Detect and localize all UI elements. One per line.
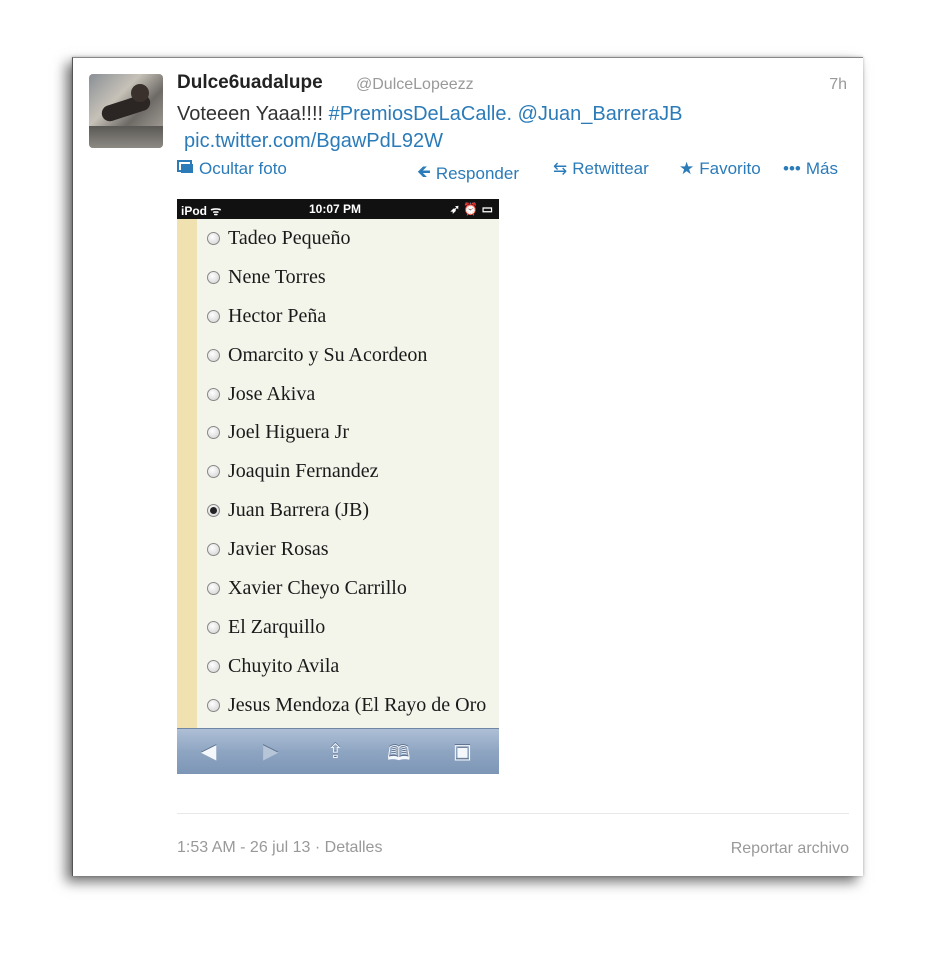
tweet-text-prefix: Voteeen Yaaa!!!! (177, 103, 329, 125)
divider (177, 813, 849, 814)
retweet-button[interactable]: ⇆ Retwittear (553, 159, 649, 179)
radio-button[interactable] (207, 465, 220, 479)
vote-option-label: Jose Akiva (228, 382, 316, 405)
vote-option[interactable]: Tadeo Pequeño (207, 219, 499, 258)
browser-toolbar: ◀ ▶ ⇪ 🕮 ▣ (177, 728, 499, 774)
vote-option[interactable]: Chuyito Avila (207, 647, 499, 686)
vote-option[interactable]: Xavier Cheyo Carrillo (207, 569, 499, 608)
author-name[interactable]: Dulce6uadalupe (177, 72, 323, 94)
vote-option-label: El Zarquillo (228, 615, 326, 638)
vote-option[interactable]: Jesus Mendoza (El Rayo de Oro (207, 686, 499, 725)
status-icons: ➶ ⏰ ▭ (449, 202, 493, 216)
vote-option-label: Chuyito Avila (228, 654, 340, 677)
vote-option-label: Joel Higuera Jr (228, 421, 350, 444)
vote-option-label: Joaquin Fernandez (228, 460, 379, 483)
tweet-time[interactable]: 7h (829, 76, 847, 94)
radio-button[interactable] (207, 698, 220, 712)
vote-option-label: Xavier Cheyo Carrillo (228, 576, 407, 599)
vote-option-label: Juan Barrera (JB) (228, 499, 370, 522)
vote-option-label: Omarcito y Su Acordeon (228, 343, 428, 366)
timestamp[interactable]: 1:53 AM - 26 jul 13 (177, 839, 310, 856)
vote-option[interactable]: Javier Rosas (207, 530, 499, 569)
vote-option[interactable]: Nene Torres (207, 258, 499, 297)
vote-option-label: Javier Rosas (228, 538, 329, 561)
vote-option[interactable]: Joel Higuera Jr (207, 413, 499, 452)
details-link[interactable]: Detalles (325, 839, 383, 856)
vote-option[interactable]: Hector Peña (207, 297, 499, 336)
radio-selected[interactable] (207, 504, 220, 518)
retweet-icon: ⇆ (553, 159, 568, 178)
radio-button[interactable] (207, 581, 220, 595)
author-handle[interactable]: @DulceLopeezz (356, 76, 474, 94)
star-icon: ★ (679, 159, 695, 178)
device-clock: 10:07 PM (309, 202, 362, 216)
vote-options-list: Tadeo Pequeño Nene Torres Hector Peña Omarc… (207, 219, 499, 725)
radio-button[interactable] (207, 231, 220, 245)
vote-option-label: Hector Peña (228, 304, 327, 327)
tweet-card: Dulce6uadalupe @DulceLopeezz 7h Voteeen … (72, 57, 863, 876)
vote-option[interactable]: Juan Barrera (JB) (207, 491, 499, 530)
device-label: iPod ᯤ (181, 204, 222, 218)
hide-photo-button[interactable]: Ocultar foto (177, 159, 287, 179)
radio-button[interactable] (207, 543, 220, 557)
report-media-link[interactable]: Reportar archivo (731, 840, 849, 858)
vote-option[interactable]: Jose Akiva (207, 375, 499, 414)
radio-button[interactable] (207, 620, 220, 634)
photo-icon (177, 159, 194, 179)
more-label: Más (805, 159, 838, 178)
hide-photo-label: Ocultar foto (199, 159, 287, 178)
page-side-strip (177, 219, 197, 729)
share-icon: ⇪ (327, 741, 344, 763)
device-status-bar: iPod ᯤ 10:07 PM ➶ ⏰ ▭ (177, 199, 499, 219)
radio-button[interactable] (207, 270, 220, 284)
reply-label: Responder (435, 163, 519, 183)
favorite-button[interactable]: ★ Favorito (679, 159, 761, 179)
footer-separator: · (310, 839, 325, 856)
vote-option[interactable]: Joaquin Fernandez (207, 452, 499, 491)
favorite-label: Favorito (699, 159, 761, 178)
bookmarks-icon: 🕮 (387, 743, 411, 765)
radio-button[interactable] (207, 659, 220, 673)
avatar[interactable] (89, 74, 163, 148)
tabs-icon: ▣ (453, 741, 472, 763)
forward-arrow-icon: ▶ (263, 741, 279, 763)
tweet-actions: Ocultar foto 🡸 Responder ⇆ Retwittear ★ … (73, 159, 863, 183)
vote-option-label: Nene Torres (228, 265, 326, 288)
retweet-label: Retwittear (572, 159, 649, 178)
radio-button[interactable] (207, 387, 220, 401)
vote-option[interactable]: El Zarquillo (207, 608, 499, 647)
reply-button[interactable]: 🡸 Responder (417, 159, 519, 188)
vote-option[interactable]: Omarcito y Su Acordeon (207, 336, 499, 375)
vote-option-label: Tadeo Pequeño (228, 226, 351, 249)
mention-link[interactable]: @Juan_BarreraJB (518, 103, 683, 125)
more-dots-icon: ••• (783, 159, 801, 178)
back-arrow-icon: ◀ (201, 741, 217, 763)
radio-button[interactable] (207, 348, 220, 362)
vote-option-label: Jesus Mendoza (El Rayo de Oro (228, 693, 487, 716)
attached-photo[interactable]: iPod ᯤ 10:07 PM ➶ ⏰ ▭ Tadeo Pequeño Nene … (177, 199, 499, 774)
radio-button[interactable] (207, 309, 220, 323)
pic-link[interactable]: pic.twitter.com/BgawPdL92W (184, 130, 443, 153)
hashtag-link[interactable]: #PremiosDeLaCalle. (329, 103, 512, 125)
radio-button[interactable] (207, 426, 220, 440)
tweet-footer: 1:53 AM - 26 jul 13 · Detalles (177, 839, 382, 857)
reply-icon: 🡸 (417, 162, 431, 181)
tweet-text: Voteeen Yaaa!!!! #PremiosDeLaCalle. @Jua… (177, 102, 682, 126)
more-button[interactable]: ••• Más (783, 159, 838, 179)
